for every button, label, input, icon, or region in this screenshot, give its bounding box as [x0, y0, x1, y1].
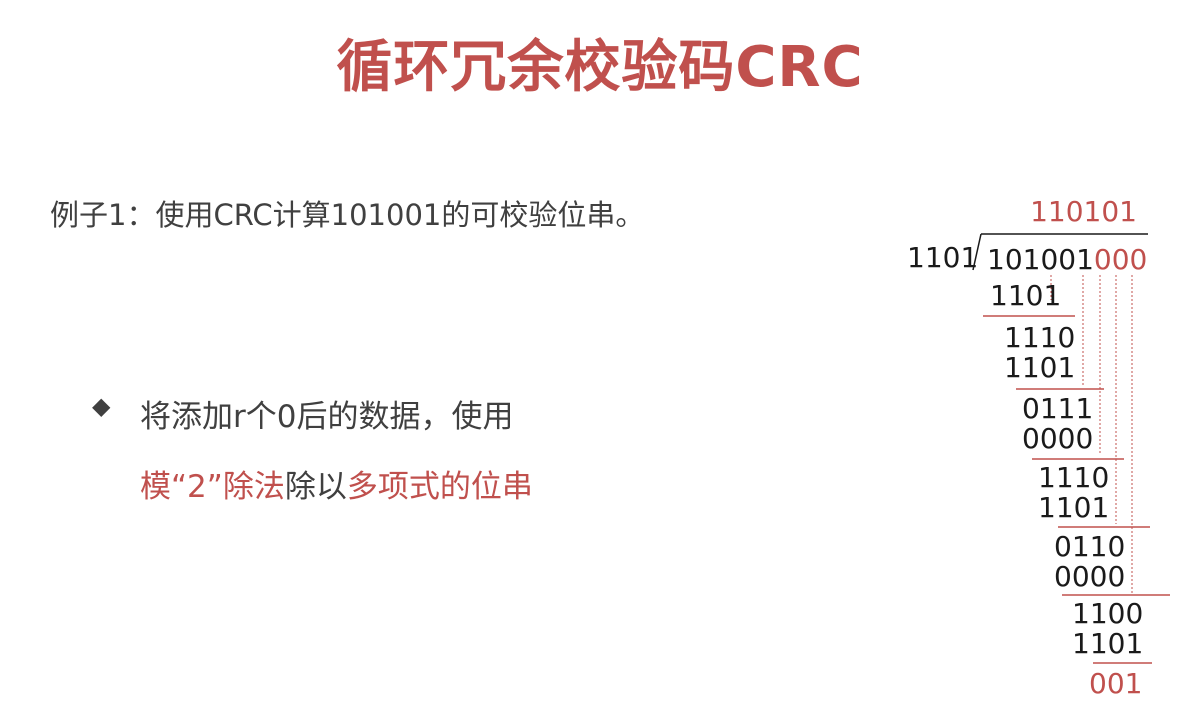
- division-step: 1110: [1038, 461, 1109, 494]
- dividend-appended-zeros: 000: [1094, 243, 1147, 276]
- division-step: 1101: [990, 279, 1061, 312]
- division-step: 1110: [1004, 321, 1075, 354]
- dividend-data: 101001: [987, 243, 1094, 276]
- divisor: 1101: [907, 241, 978, 274]
- division-step: 1100: [1072, 597, 1143, 630]
- division-step: 0000: [1054, 560, 1125, 593]
- long-division-diagram: 110101 1101 101001000 1101 1110 1101 011…: [907, 195, 1170, 700]
- division-step: 0111: [1022, 392, 1093, 425]
- dividend: 101001000: [987, 243, 1147, 276]
- quotient: 110101: [1030, 195, 1137, 228]
- division-step: 0000: [1022, 422, 1093, 455]
- division-step: 1101: [1004, 351, 1075, 384]
- division-step: 1101: [1038, 491, 1109, 524]
- division-step: 1101: [1072, 627, 1143, 660]
- remainder: 001: [1089, 667, 1142, 700]
- division-step: 0110: [1054, 530, 1125, 563]
